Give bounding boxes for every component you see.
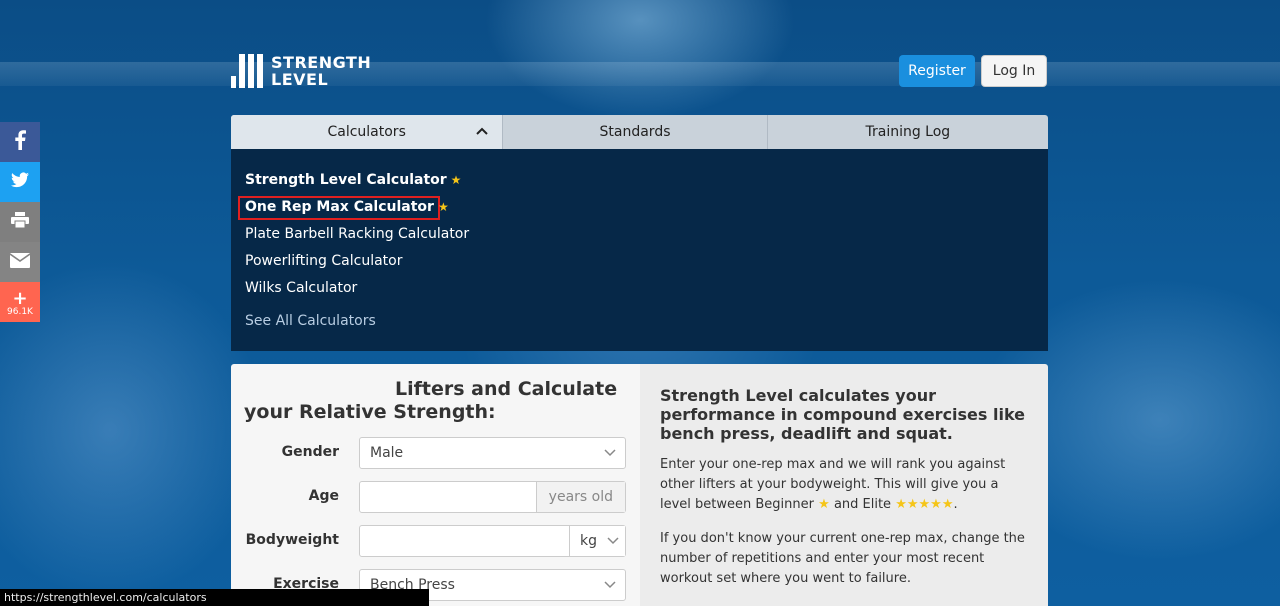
- calculators-dropdown: Strength Level Calculator ★ One Rep Max C…: [231, 149, 1048, 351]
- info-paragraph-2: If you don't know your current one-rep m…: [660, 531, 1025, 586]
- star-icon: ★: [818, 497, 830, 512]
- menu-item-strength-level-calculator[interactable]: Strength Level Calculator ★: [245, 172, 461, 188]
- email-share-button[interactable]: [0, 242, 40, 282]
- age-input[interactable]: years old: [359, 481, 626, 513]
- tab-training-log[interactable]: Training Log: [768, 115, 1048, 149]
- bodyweight-unit-select[interactable]: kg: [569, 526, 625, 556]
- tab-standards-label: Standards: [599, 124, 671, 140]
- twitter-icon: [11, 171, 29, 193]
- age-label: Age: [308, 488, 339, 504]
- logo-icon: [231, 54, 263, 88]
- bodyweight-label: Bodyweight: [245, 532, 339, 548]
- social-share-bar: + 96.1K: [0, 122, 40, 322]
- tab-calculators[interactable]: Calculators: [231, 115, 504, 149]
- age-unit: years old: [535, 482, 625, 512]
- twitter-share-button[interactable]: [0, 162, 40, 202]
- main-nav: Calculators Standards Training Log: [231, 115, 1048, 149]
- gender-label: Gender: [281, 444, 339, 460]
- five-stars-icon: ★★★★★: [895, 497, 954, 512]
- logo-line2: LEVEL: [271, 70, 329, 89]
- see-all-calculators-link[interactable]: See All Calculators: [245, 313, 376, 329]
- email-icon: [9, 252, 31, 273]
- form-title: Lifters and Calculate your Relative Stre…: [244, 378, 618, 423]
- login-button[interactable]: Log In: [981, 55, 1047, 87]
- info-title: Strength Level calculates your performan…: [660, 386, 1026, 443]
- share-count: 96.1K: [7, 306, 33, 317]
- print-share-button[interactable]: [0, 202, 40, 242]
- register-button[interactable]: Register: [899, 55, 975, 87]
- info-panel: Strength Level calculates your performan…: [640, 364, 1048, 606]
- star-icon: ★: [450, 173, 462, 187]
- menu-item-powerlifting-calculator[interactable]: Powerlifting Calculator: [245, 253, 402, 269]
- menu-item-plate-barbell-racking-calculator[interactable]: Plate Barbell Racking Calculator: [245, 226, 469, 242]
- star-icon: ★: [437, 200, 449, 214]
- menu-item-wilks-calculator[interactable]: Wilks Calculator: [245, 280, 357, 296]
- plus-icon: +: [12, 287, 28, 309]
- browser-status-bar: https://strengthlevel.com/calculators: [0, 589, 429, 606]
- chevron-up-icon: [476, 123, 489, 139]
- facebook-icon: [14, 129, 26, 155]
- facebook-share-button[interactable]: [0, 122, 40, 162]
- calculator-form-panel: Lifters and Calculate your Relative Stre…: [231, 364, 640, 606]
- tab-standards[interactable]: Standards: [503, 115, 768, 149]
- barbell-background: [0, 62, 1280, 86]
- logo-line1: STRENGTH: [271, 53, 372, 72]
- tab-training-log-label: Training Log: [865, 124, 951, 140]
- chevron-down-icon: [595, 578, 625, 592]
- info-paragraph-1: Enter your one-rep max and we will rank …: [660, 457, 1006, 512]
- gender-select[interactable]: Male: [359, 437, 626, 469]
- tab-calculators-label: Calculators: [327, 124, 406, 140]
- chevron-down-icon: [607, 533, 619, 549]
- more-share-button[interactable]: + 96.1K: [0, 282, 40, 322]
- menu-item-one-rep-max-calculator[interactable]: One Rep Max Calculator ★: [245, 199, 449, 215]
- site-logo[interactable]: STRENGTH LEVEL: [231, 54, 371, 88]
- bodyweight-input[interactable]: kg: [359, 525, 626, 557]
- print-icon: [11, 211, 29, 233]
- chevron-down-icon: [595, 446, 625, 460]
